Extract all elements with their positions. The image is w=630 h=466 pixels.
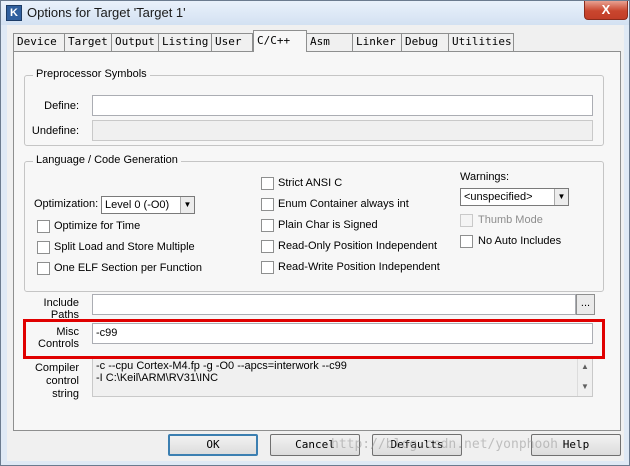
split-load-store-checkbox[interactable] — [37, 241, 50, 254]
optimization-select[interactable]: Level 0 (-O0) ▼ — [101, 196, 195, 214]
define-label: Define: — [44, 100, 79, 112]
keil-app-icon: K — [6, 5, 22, 21]
misc-controls-input[interactable]: -c99 — [92, 323, 593, 344]
tab-asm[interactable]: Asm — [306, 33, 353, 51]
warnings-value: <unspecified> — [464, 191, 533, 203]
scroll-down-icon[interactable]: ▼ — [581, 381, 589, 393]
c-cpp-panel: Preprocessor Symbols Define: Undefine: L… — [13, 51, 621, 431]
enum-container-checkbox[interactable] — [261, 198, 274, 211]
compiler-control-line2: -I C:\Keil\ARM\RV31\INC — [96, 372, 219, 384]
misc-label-line2: Controls — [38, 338, 79, 350]
include-paths-input[interactable] — [92, 294, 576, 315]
cancel-button[interactable]: Cancel — [270, 434, 360, 456]
no-auto-includes-checkbox[interactable] — [460, 235, 473, 248]
compiler-control-scrollbar[interactable]: ▲ ▼ — [577, 358, 592, 396]
close-button[interactable]: X — [584, 1, 628, 20]
optimize-for-time-label: Optimize for Time — [54, 220, 141, 232]
compiler-control-line1: -c --cpu Cortex-M4.fp -g -O0 --apcs=inte… — [96, 360, 347, 372]
ok-button[interactable]: OK — [168, 434, 258, 456]
include-label-line1: Include — [43, 297, 79, 309]
no-auto-includes-label: No Auto Includes — [478, 235, 562, 247]
preprocessor-group-label: Preprocessor Symbols — [33, 68, 150, 80]
thumb-mode-checkbox[interactable] — [460, 214, 473, 227]
chevron-down-icon: ▼ — [554, 189, 568, 205]
options-dialog: K Options for Target 'Target 1' X Device… — [0, 0, 630, 466]
compiler-label-line3: string — [52, 388, 79, 400]
compiler-label-line1: Compiler — [34, 362, 79, 374]
tab-utilities[interactable]: Utilities — [448, 33, 514, 51]
tab-debug[interactable]: Debug — [401, 33, 449, 51]
tab-output[interactable]: Output — [111, 33, 159, 51]
rwpi-checkbox[interactable] — [261, 261, 274, 274]
scroll-up-icon[interactable]: ▲ — [581, 361, 589, 373]
undefine-input[interactable] — [92, 120, 593, 141]
optimization-label: Optimization: — [34, 198, 99, 210]
strict-ansi-c-label: Strict ANSI C — [278, 177, 343, 189]
tab-user[interactable]: User — [211, 33, 253, 51]
window-title: Options for Target 'Target 1' — [27, 5, 186, 20]
ropi-checkbox[interactable] — [261, 240, 274, 253]
define-input[interactable] — [92, 95, 593, 116]
enum-container-label: Enum Container always int — [278, 198, 409, 210]
one-elf-section-label: One ELF Section per Function — [54, 262, 202, 274]
plain-char-signed-checkbox[interactable] — [261, 219, 274, 232]
dialog-client-area: Device Target Output Listing User C/C++ … — [7, 25, 624, 461]
undefine-label: Undefine: — [31, 125, 79, 137]
help-button[interactable]: Help — [531, 434, 621, 456]
compiler-control-string: -c --cpu Cortex-M4.fp -g -O0 --apcs=inte… — [92, 357, 593, 397]
chevron-down-icon: ▼ — [180, 197, 194, 213]
warnings-label: Warnings: — [460, 171, 510, 183]
tab-linker[interactable]: Linker — [352, 33, 402, 51]
include-label-line2: Paths — [50, 309, 79, 321]
thumb-mode-label: Thumb Mode — [478, 214, 543, 226]
title-bar[interactable]: K Options for Target 'Target 1' X — [1, 1, 629, 25]
split-load-store-label: Split Load and Store Multiple — [54, 241, 195, 253]
tab-device[interactable]: Device — [13, 33, 65, 51]
rwpi-label: Read-Write Position Independent — [278, 261, 440, 273]
one-elf-section-checkbox[interactable] — [37, 262, 50, 275]
tab-target[interactable]: Target — [64, 33, 112, 51]
ropi-label: Read-Only Position Independent — [278, 240, 437, 252]
plain-char-signed-label: Plain Char is Signed — [278, 219, 378, 231]
tab-listing[interactable]: Listing — [158, 33, 212, 51]
optimization-value: Level 0 (-O0) — [105, 199, 170, 211]
include-paths-browse-button[interactable]: ... — [576, 294, 595, 315]
misc-label-line1: Misc — [56, 326, 79, 338]
warnings-select[interactable]: <unspecified> ▼ — [460, 188, 569, 206]
tab-c-cpp[interactable]: C/C++ — [253, 30, 307, 52]
strict-ansi-c-checkbox[interactable] — [261, 177, 274, 190]
defaults-button[interactable]: Defaults — [372, 434, 462, 456]
compiler-label-line2: control — [45, 375, 79, 387]
optimize-for-time-checkbox[interactable] — [37, 220, 50, 233]
language-group-label: Language / Code Generation — [33, 154, 181, 166]
